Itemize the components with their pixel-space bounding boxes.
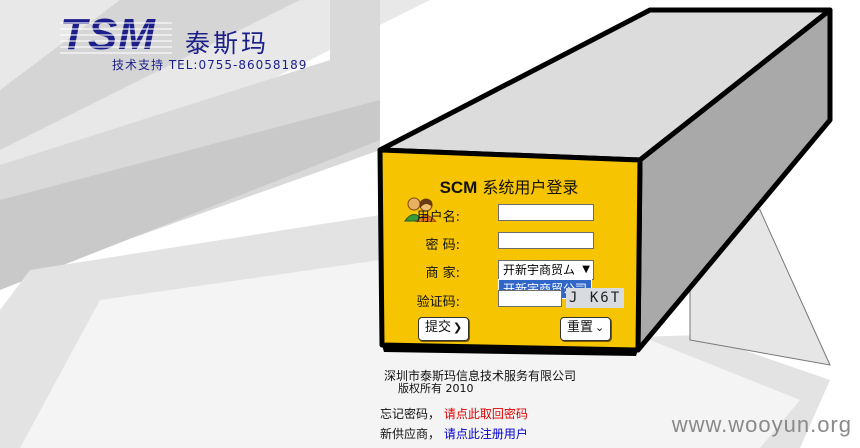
login-title-bold: SCM: [439, 178, 478, 197]
username-input[interactable]: [498, 204, 594, 221]
register-link[interactable]: 请点此注册用户: [444, 427, 528, 441]
captcha-image[interactable]: J K6T: [566, 288, 625, 308]
password-label: 密 码:: [425, 238, 460, 253]
new-supplier-label: 新供应商，: [380, 427, 441, 441]
submit-button[interactable]: 提交 ❯: [418, 317, 470, 341]
merchant-selected-value: 开新宇商贸ム: [503, 263, 576, 277]
forgot-password-row: 忘记密码， 请点此取回密码: [380, 405, 528, 422]
logo-brand-cn: 泰斯玛: [185, 29, 270, 58]
brand-logo: TSM 泰斯玛 技术支持 TEL:0755-86058189: [60, 10, 320, 76]
register-row: 新供应商， 请点此注册用户: [380, 425, 528, 442]
merchant-label: 商 家:: [425, 266, 460, 281]
forgot-password-link[interactable]: 请点此取回密码: [444, 407, 528, 421]
login-title: SCM 系统用户登录: [380, 174, 638, 198]
reset-button-label: 重置: [567, 320, 594, 335]
submit-button-label: 提交: [425, 320, 452, 335]
copyright: 版权所有 2010: [398, 382, 474, 395]
username-label: 用户名:: [416, 210, 460, 225]
forgot-password-label: 忘记密码，: [380, 407, 441, 421]
login-title-rest: 系统用户登录: [477, 178, 579, 197]
merchant-select[interactable]: 开新宇商贸ム ▼: [498, 260, 594, 280]
arrow-right-icon: ❯: [453, 321, 463, 334]
watermark: www.wooyun.org: [671, 412, 852, 437]
password-input[interactable]: [498, 232, 594, 249]
chevron-down-icon: ▼: [582, 264, 590, 275]
support-phone: 技术支持 TEL:0755-86058189: [112, 58, 308, 72]
logo-stripes: [60, 22, 172, 56]
captcha-label: 验证码:: [416, 295, 460, 310]
reset-button[interactable]: 重置 ⌄: [560, 317, 612, 341]
login-panel: SCM 系统用户登录 用户名: 密 码: 商 家: 开新宇商贸ム ▼ 开新宇商贸…: [380, 160, 638, 350]
captcha-input[interactable]: [498, 290, 562, 307]
chevron-down-icon: ⌄: [595, 321, 605, 334]
